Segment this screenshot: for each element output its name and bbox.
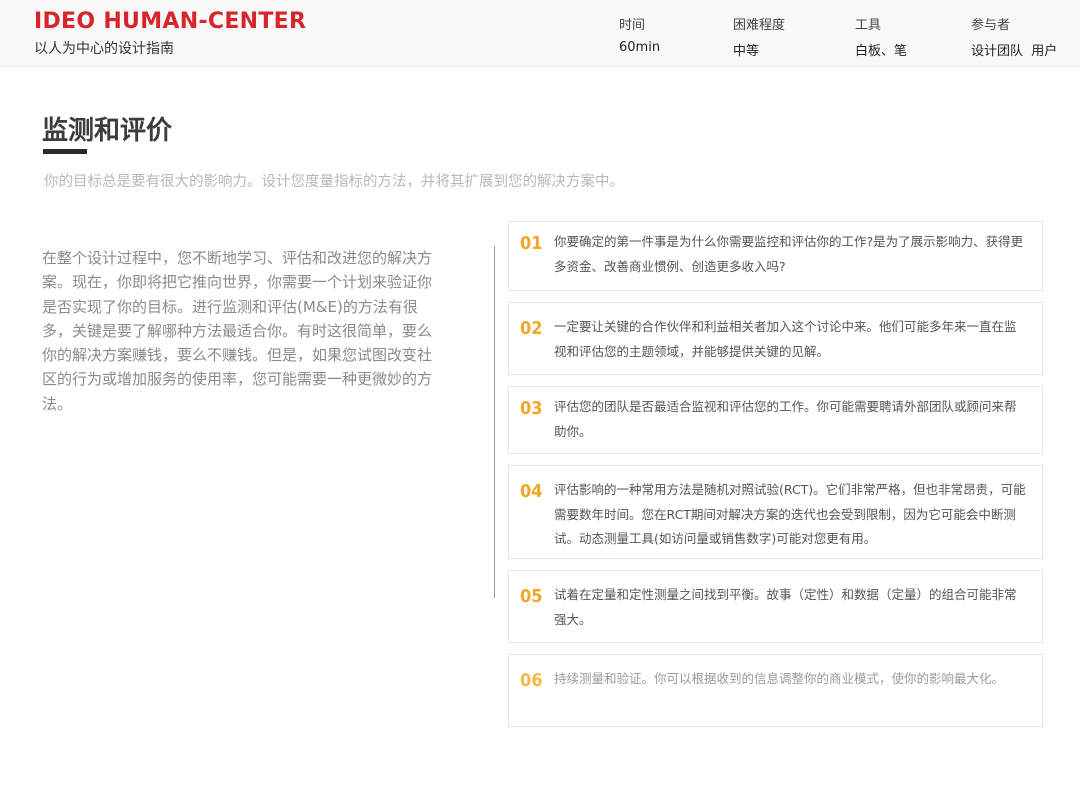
step-text: 持续测量和验证。你可以根据收到的信息调整你的商业模式，使你的影响最大化。 bbox=[554, 671, 1005, 686]
intro-paragraph: 在整个设计过程中，您不断地学习、评估和改进您的解决方案。现在，你即将把它推向世界… bbox=[42, 249, 433, 413]
meta-label: 时间 bbox=[619, 18, 646, 33]
step-number: 02 bbox=[520, 318, 543, 339]
meta-value: 中等 bbox=[733, 44, 760, 59]
meta-tools: 工具 白板、笔 bbox=[855, 14, 907, 59]
step-number: 01 bbox=[520, 233, 543, 254]
step-card-02: 02 一定要让关键的合作伙伴和利益相关者加入这个讨论中来。他们可能多年来一直在监… bbox=[508, 302, 1043, 375]
step-card-03: 03 评估您的团队是否最适合监视和评估您的工作。你可能需要聘请外部团队或顾问来帮… bbox=[508, 386, 1043, 454]
brand-subtitle: 以人为中心的设计指南 bbox=[34, 41, 174, 57]
meta-label: 工具 bbox=[855, 18, 882, 33]
step-text: 评估您的团队是否最适合监视和评估您的工作。你可能需要聘请外部团队或顾问来帮助你。 bbox=[554, 399, 1017, 439]
step-card-06: 06 持续测量和验证。你可以根据收到的信息调整你的商业模式，使你的影响最大化。 bbox=[508, 654, 1043, 727]
title-underline bbox=[43, 149, 87, 154]
step-number: 04 bbox=[520, 481, 543, 502]
meta-time: 时间 60min bbox=[619, 14, 660, 55]
meta-difficulty: 困难程度 中等 bbox=[733, 14, 785, 59]
meta-value: 设计团队 用户 bbox=[971, 44, 1058, 59]
step-number: 05 bbox=[520, 586, 543, 607]
step-card-05: 05 试着在定量和定性测量之间找到平衡。故事（定性）和数据（定量）的组合可能非常… bbox=[508, 570, 1043, 643]
brand-title: IDEO HUMAN-CENTER bbox=[34, 9, 307, 34]
meta-label: 困难程度 bbox=[733, 18, 786, 33]
step-text: 试着在定量和定性测量之间找到平衡。故事（定性）和数据（定量）的组合可能非常强大。 bbox=[554, 587, 1017, 627]
step-card-01: 01 你要确定的第一件事是为什么你需要监控和评估你的工作?是为了展示影响力、获得… bbox=[508, 221, 1043, 291]
section-title: 监测和评价 bbox=[42, 116, 173, 146]
step-card-04: 04 评估影响的一种常用方法是随机对照试验(RCT)。它们非常严格，但也非常昂贵… bbox=[508, 465, 1043, 559]
step-number: 06 bbox=[520, 670, 543, 691]
step-text: 一定要让关键的合作伙伴和利益相关者加入这个讨论中来。他们可能多年来一直在监视和评… bbox=[554, 319, 1017, 359]
vertical-divider bbox=[494, 246, 495, 598]
step-text: 评估影响的一种常用方法是随机对照试验(RCT)。它们非常严格，但也非常昂贵，可能… bbox=[554, 482, 1026, 546]
step-number: 03 bbox=[520, 398, 543, 419]
meta-value: 白板、笔 bbox=[855, 44, 908, 59]
meta-label: 参与者 bbox=[971, 18, 1011, 33]
step-text: 你要确定的第一件事是为什么你需要监控和评估你的工作?是为了展示影响力、获得更多资… bbox=[554, 234, 1024, 274]
meta-participants: 参与者 设计团队 用户 bbox=[971, 14, 1057, 59]
section-subtitle: 你的目标总是要有很大的影响力。设计您度量指标的方法，并将其扩展到您的解决方案中。 bbox=[44, 174, 624, 190]
meta-value: 60min bbox=[619, 40, 661, 55]
page-header: IDEO HUMAN-CENTER 以人为中心的设计指南 时间 60min 困难… bbox=[0, 0, 1080, 67]
